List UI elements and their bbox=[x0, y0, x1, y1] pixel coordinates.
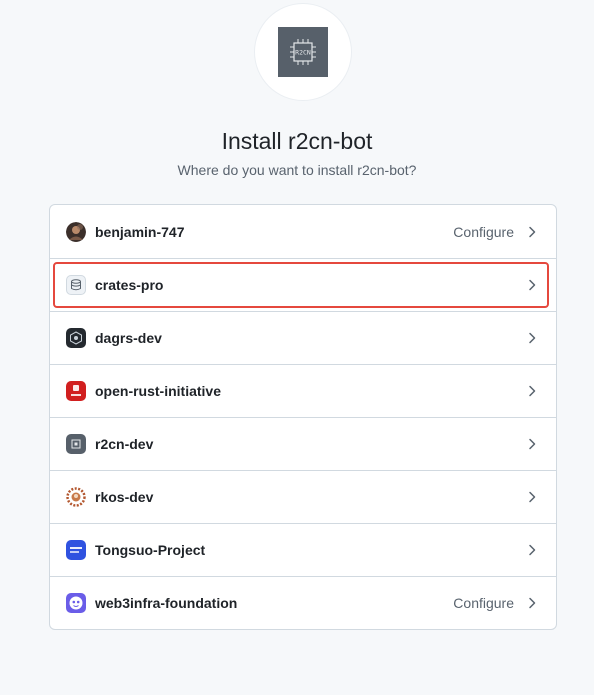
photo-avatar-icon bbox=[66, 221, 86, 242]
chevron-right-icon bbox=[529, 544, 536, 556]
account-row-benjamin-747[interactable]: benjamin-747 Configure bbox=[50, 205, 556, 258]
page-title: Install r2cn-bot bbox=[221, 128, 373, 154]
account-name: Tongsuo-Project bbox=[95, 542, 206, 558]
account-row-rkos-dev[interactable]: rkos-dev bbox=[50, 470, 556, 523]
page-subtitle: Where do you want to install r2cn-bot? bbox=[177, 162, 417, 178]
account-name: rkos-dev bbox=[95, 489, 154, 505]
tongsuo-avatar-icon bbox=[66, 540, 86, 560]
dagrs-avatar-icon bbox=[66, 328, 86, 348]
account-row-dagrs-dev[interactable]: dagrs-dev bbox=[50, 311, 556, 364]
account-name: benjamin-747 bbox=[95, 223, 185, 240]
r2cn-avatar-icon bbox=[66, 434, 86, 454]
account-row-web3infra-foundation[interactable]: web3infra-foundation Configure bbox=[50, 576, 556, 629]
account-name: r2cn-dev bbox=[95, 436, 154, 452]
account-row-crates-pro[interactable]: crates-pro bbox=[50, 258, 556, 311]
chevron-right-icon bbox=[529, 597, 536, 609]
chevron-right-icon bbox=[529, 491, 536, 503]
account-name: open-rust-initiative bbox=[95, 383, 222, 399]
account-row-tongsuo-project[interactable]: Tongsuo-Project bbox=[50, 523, 556, 576]
chevron-right-icon bbox=[529, 438, 536, 450]
crates-pro-avatar-icon bbox=[66, 275, 86, 295]
configure-link[interactable]: Configure bbox=[453, 224, 514, 240]
configure-link[interactable]: Configure bbox=[453, 595, 514, 611]
account-name: dagrs-dev bbox=[95, 330, 162, 346]
account-row-open-rust-initiative[interactable]: open-rust-initiative bbox=[50, 364, 556, 417]
account-name: web3infra-foundation bbox=[95, 595, 238, 611]
chevron-right-icon bbox=[529, 279, 536, 291]
rkos-avatar-icon bbox=[66, 487, 86, 507]
app-logo: R2CN bbox=[255, 4, 351, 100]
web3infra-avatar-icon bbox=[66, 593, 86, 613]
account-name: crates-pro bbox=[95, 277, 164, 293]
account-list: benjamin-747 Configure crates-pro dagrs-… bbox=[49, 204, 557, 630]
chevron-right-icon bbox=[529, 332, 536, 344]
chevron-right-icon bbox=[529, 226, 536, 237]
r2cn-logo-icon: R2CN bbox=[278, 27, 328, 77]
open-rust-avatar-icon bbox=[66, 381, 86, 401]
chevron-right-icon bbox=[529, 385, 536, 397]
svg-text:R2CN: R2CN bbox=[295, 49, 311, 57]
account-row-r2cn-dev[interactable]: r2cn-dev bbox=[50, 417, 556, 470]
